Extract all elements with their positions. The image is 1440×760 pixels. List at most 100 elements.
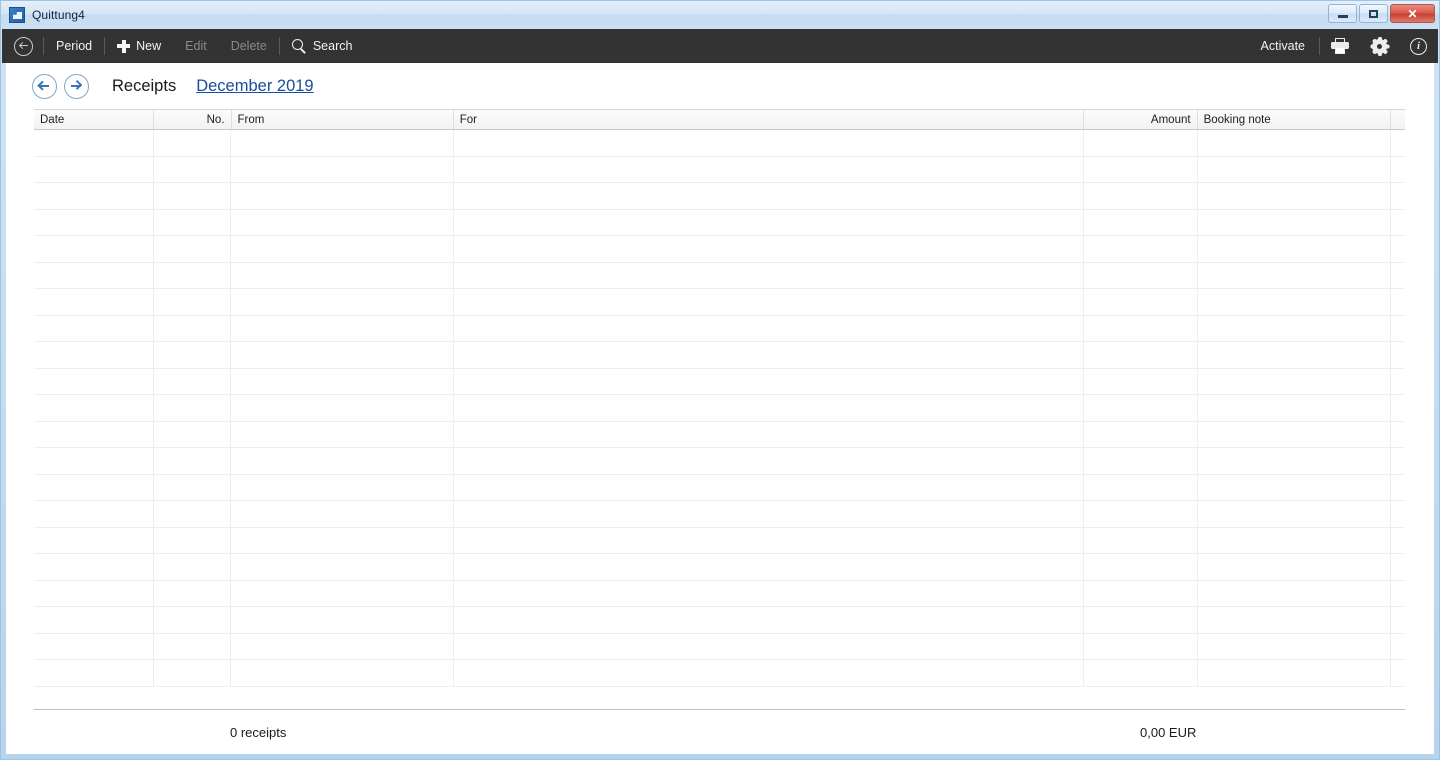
table-cell xyxy=(1391,263,1405,289)
column-header-date[interactable]: Date xyxy=(34,110,155,129)
table-cell xyxy=(154,342,232,368)
table-cell xyxy=(231,633,454,659)
edit-button[interactable]: Edit xyxy=(173,29,219,63)
new-button[interactable]: New xyxy=(105,29,173,63)
table-row[interactable] xyxy=(34,527,1405,554)
table-cell xyxy=(231,607,454,633)
table-row[interactable] xyxy=(34,501,1405,528)
table-row[interactable] xyxy=(34,607,1405,634)
table-cell xyxy=(154,209,232,235)
table-cell xyxy=(34,236,155,262)
table-row[interactable] xyxy=(34,130,1405,157)
table-row[interactable] xyxy=(34,660,1405,687)
table-row[interactable] xyxy=(34,554,1405,581)
table-cell xyxy=(154,262,232,288)
table-cell xyxy=(1391,448,1405,474)
table-cell xyxy=(454,501,1085,527)
search-button[interactable]: Search xyxy=(280,29,365,63)
table-cell xyxy=(231,448,454,474)
table-cell xyxy=(154,236,232,262)
table-cell xyxy=(1084,607,1198,633)
table-cell xyxy=(231,156,454,182)
table-row[interactable] xyxy=(34,289,1405,316)
delete-button-label: Delete xyxy=(230,39,267,53)
table-cell xyxy=(1084,315,1198,341)
grid-body[interactable] xyxy=(34,130,1405,710)
table-row[interactable] xyxy=(34,342,1405,369)
table-cell xyxy=(1391,157,1405,183)
table-cell xyxy=(154,660,232,686)
table-row[interactable] xyxy=(34,236,1405,263)
table-row[interactable] xyxy=(34,262,1405,289)
settings-button[interactable] xyxy=(1360,29,1399,63)
table-cell xyxy=(454,660,1085,686)
table-cell xyxy=(154,607,232,633)
table-row[interactable] xyxy=(34,183,1405,210)
table-cell xyxy=(1391,581,1405,607)
close-button[interactable]: ✕ xyxy=(1390,4,1435,23)
window-title: Quittung4 xyxy=(32,8,85,22)
period-button[interactable]: Period xyxy=(44,29,104,63)
title-bar: Quittung4 ✕ xyxy=(1,1,1439,29)
table-row[interactable] xyxy=(34,633,1405,660)
table-row[interactable] xyxy=(34,368,1405,395)
table-row[interactable] xyxy=(34,448,1405,475)
table-cell xyxy=(1198,580,1392,606)
table-cell xyxy=(454,209,1085,235)
activate-button[interactable]: Activate xyxy=(1247,29,1319,63)
table-row[interactable] xyxy=(34,580,1405,607)
table-cell xyxy=(1084,368,1198,394)
table-cell xyxy=(154,368,232,394)
table-cell xyxy=(454,183,1085,209)
period-link[interactable]: December 2019 xyxy=(196,77,313,96)
table-cell xyxy=(1084,580,1198,606)
printer-icon xyxy=(1331,38,1349,54)
table-cell xyxy=(1391,607,1405,633)
table-cell xyxy=(1198,368,1392,394)
table-cell xyxy=(1198,660,1392,686)
table-row[interactable] xyxy=(34,209,1405,236)
page-title: Receipts xyxy=(112,76,177,95)
table-row[interactable] xyxy=(34,156,1405,183)
delete-button[interactable]: Delete xyxy=(219,29,279,63)
table-cell xyxy=(1198,501,1392,527)
search-button-label: Search xyxy=(312,39,353,53)
table-cell xyxy=(1198,289,1392,315)
application-window: Quittung4 ✕ Period New Edit Delete Searc… xyxy=(0,0,1440,760)
table-cell xyxy=(34,501,155,527)
table-row[interactable] xyxy=(34,421,1405,448)
table-cell xyxy=(1084,474,1198,500)
table-cell xyxy=(1084,236,1198,262)
column-header-no[interactable]: No. xyxy=(154,110,232,129)
receipts-grid: Date No. From For Amount Booking note xyxy=(34,109,1405,710)
table-cell xyxy=(34,130,155,156)
table-cell xyxy=(231,289,454,315)
total-amount: 0,00 EUR xyxy=(1140,724,1197,740)
table-cell xyxy=(34,342,155,368)
nav-back-arrow[interactable] xyxy=(32,73,57,99)
column-header-extra[interactable] xyxy=(1391,110,1405,129)
column-header-booking-note[interactable]: Booking note xyxy=(1198,110,1392,129)
column-header-for[interactable]: For xyxy=(454,110,1085,129)
info-button[interactable]: i xyxy=(1399,29,1438,63)
table-row[interactable] xyxy=(34,474,1405,501)
grid-header-row: Date No. From For Amount Booking note xyxy=(34,109,1405,130)
column-header-amount[interactable]: Amount xyxy=(1084,110,1198,129)
table-cell xyxy=(454,368,1085,394)
table-row[interactable] xyxy=(34,315,1405,342)
back-button[interactable] xyxy=(2,29,43,63)
column-header-from[interactable]: From xyxy=(232,110,454,129)
table-cell xyxy=(454,395,1085,421)
table-cell xyxy=(34,421,155,447)
table-cell xyxy=(1198,474,1392,500)
table-cell xyxy=(34,660,155,686)
maximize-button[interactable] xyxy=(1359,4,1388,23)
nav-forward-arrow[interactable] xyxy=(64,73,89,99)
table-cell xyxy=(34,554,155,580)
print-button[interactable] xyxy=(1320,29,1360,63)
table-row[interactable] xyxy=(34,395,1405,422)
table-cell xyxy=(231,474,454,500)
table-cell xyxy=(1198,236,1392,262)
minimize-button[interactable] xyxy=(1328,4,1357,23)
table-cell xyxy=(1198,527,1392,553)
